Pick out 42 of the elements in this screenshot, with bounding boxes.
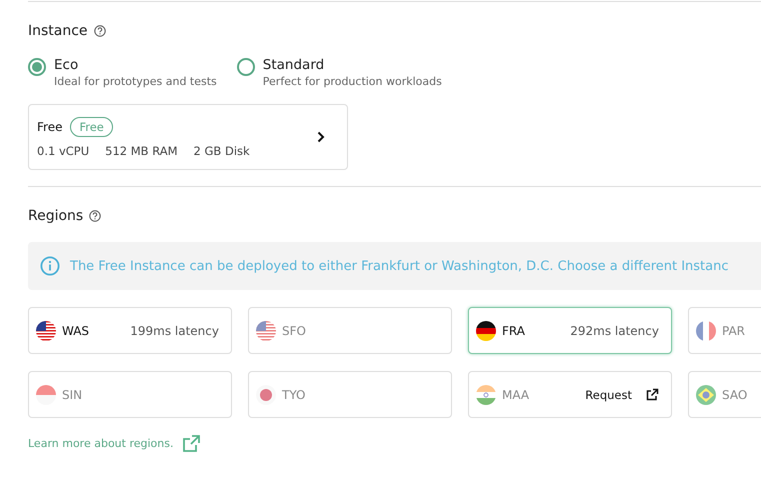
flag-icon (696, 384, 716, 404)
region-code: MAA (502, 388, 530, 402)
plan-spec: 512 MB RAM (105, 144, 178, 158)
option-label: Eco (54, 57, 80, 73)
flag-icon (256, 320, 276, 340)
learn-more-link[interactable]: Learn more about regions. (28, 437, 174, 450)
region-code: SFO (282, 324, 307, 338)
region-code: SAO (722, 388, 748, 402)
region-code: TYO (282, 388, 306, 402)
region-code: SIN (62, 388, 84, 402)
region-code: WAS (62, 324, 90, 338)
radio-button[interactable] (28, 58, 46, 76)
latency-text: 292ms latency (570, 324, 659, 338)
info-icon (40, 256, 60, 276)
region-code: FRA (502, 324, 526, 338)
section-title: Instance (28, 23, 88, 39)
plan-card[interactable]: Free Free 0.1 vCPU 512 MB RAM 2 GB Disk (28, 104, 348, 170)
help-icon[interactable] (94, 25, 106, 37)
radio-button[interactable] (236, 58, 255, 76)
latency-text: 199ms latency (130, 324, 219, 338)
help-icon[interactable] (89, 210, 102, 222)
flag-icon (36, 320, 56, 340)
option-description: Ideal for prototypes and tests (54, 75, 217, 88)
chevron-right-icon (317, 131, 325, 143)
flag-icon (696, 320, 716, 340)
plan-spec: 0.1 vCPU (37, 144, 90, 158)
flag-icon (476, 384, 496, 404)
external-link-icon[interactable] (183, 435, 200, 452)
region-card[interactable]: WAS 199ms latency (28, 307, 232, 354)
option-label: Standard (262, 57, 326, 73)
flag-icon (476, 320, 496, 340)
plan-spec: 2 GB Disk (194, 144, 250, 158)
flag-icon (256, 384, 276, 404)
option-description: Perfect for production workloads (262, 75, 442, 88)
region-card[interactable]: FRA 292ms latency (468, 307, 672, 354)
region-code: PAR (722, 324, 746, 338)
section-title: Regions (28, 208, 84, 224)
plan-badge: Free (70, 116, 113, 136)
info-text: The Free Instance can be deployed to either Frankfurt or Washington, D.C. Choose a different Instanc (70, 258, 729, 274)
plan-name: Free (37, 120, 62, 134)
external-link-icon (646, 388, 659, 401)
flag-icon (36, 384, 56, 404)
